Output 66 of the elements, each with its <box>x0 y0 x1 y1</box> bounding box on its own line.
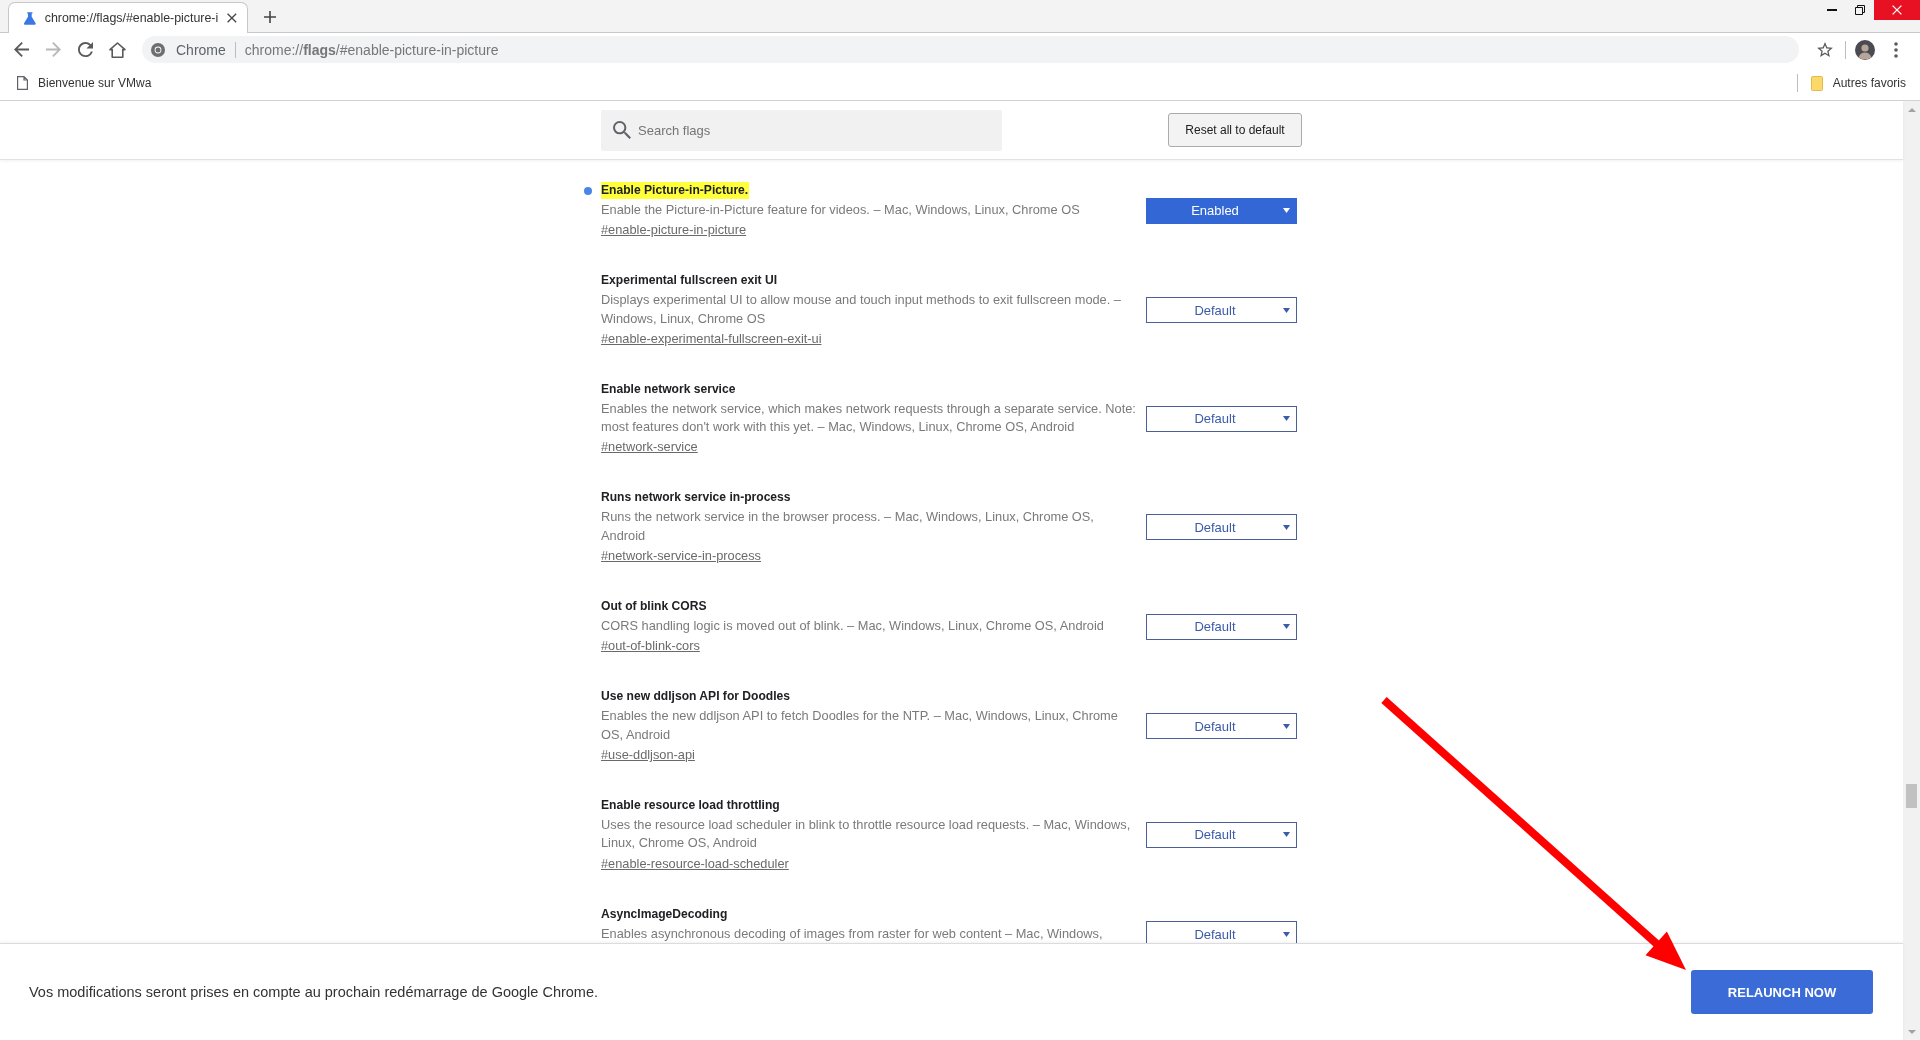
flag-title: Runs network service in-process <box>601 489 792 507</box>
reload-icon[interactable] <box>77 42 93 57</box>
caret-icon <box>1283 307 1290 313</box>
bookmark-item[interactable]: Bienvenue sur VMwa <box>16 71 153 95</box>
flag-title: AsyncImageDecoding <box>601 905 729 923</box>
flask-icon <box>24 11 36 25</box>
browser-tab[interactable]: chrome://flags/#enable-picture-i <box>8 2 248 33</box>
caret-icon <box>1283 524 1290 530</box>
reset-button[interactable]: Reset all to default <box>1168 113 1302 147</box>
flag-description: Runs the network service in the browser process. – Mac, Windows, Linux, Chrome OS, Android <box>601 508 1095 545</box>
relaunch-message: Vos modifications seront prises en compte au prochain redémarrage de Google Chrome. <box>29 984 599 1000</box>
caret-icon <box>1283 931 1290 937</box>
caret-icon <box>1283 416 1290 422</box>
caret-icon <box>1283 208 1290 214</box>
flag-title: Enable Picture-in-Picture. <box>601 182 750 199</box>
caret-icon <box>1283 723 1290 729</box>
flag-link[interactable]: #enable-resource-load-scheduler <box>601 854 789 873</box>
flag-title: Experimental fullscreen exit UI <box>601 272 779 290</box>
caret-icon <box>1283 832 1290 838</box>
flag-select[interactable]: Default <box>1146 821 1297 848</box>
site-label: Chrome <box>176 41 226 58</box>
scrollbar-thumb[interactable] <box>1906 784 1917 808</box>
caret-icon <box>1283 624 1290 630</box>
flag-select[interactable]: Default <box>1146 297 1297 324</box>
flag-description: Enables asynchronous decoding of images from raster for web content – Mac, Windows, <box>601 924 1104 943</box>
scrollbar[interactable] <box>1903 101 1920 1040</box>
flag-description: CORS handling logic is moved out of blink. – Mac, Windows, Linux, Chrome OS, Android <box>601 617 1105 636</box>
folder-icon <box>1810 75 1823 91</box>
flag-link[interactable]: #enable-experimental-fullscreen-exit-ui <box>601 329 822 348</box>
flag-title: Enable resource load throttling <box>601 796 781 814</box>
flag-select[interactable]: Enabled <box>1146 197 1297 224</box>
menu-icon[interactable] <box>1894 41 1898 58</box>
back-icon[interactable] <box>13 42 29 57</box>
flag-select[interactable]: Default <box>1146 405 1297 432</box>
flag-description: Enables the network service, which makes network requests through a separate service. Note: most features don't work with this yet. – Mac, Windows, Linux, Chrome OS, Android <box>601 399 1136 437</box>
browser-logo-icon[interactable] <box>151 42 165 57</box>
plus-icon[interactable] <box>264 10 276 23</box>
flag-title: Enable network service <box>601 380 737 398</box>
page-icon <box>17 76 28 90</box>
flag-select[interactable]: Default <box>1146 514 1297 541</box>
flag-title: Use new ddljson API for Doodles <box>601 688 792 706</box>
flag-description: Displays experimental UI to allow mouse and touch input methods to exit fullscreen mode. – Windows, Linux, Chrome OS <box>601 291 1122 328</box>
flag-select[interactable]: Default <box>1146 613 1297 640</box>
flag-select[interactable]: Default <box>1146 713 1297 740</box>
flag-link[interactable]: #use-ddljson-api <box>601 745 695 764</box>
close-icon[interactable] <box>227 13 237 23</box>
address-bar[interactable]: Chrome chrome://flags/#enable-picture-in-picture <box>142 36 1799 63</box>
flag-link[interactable]: #enable-picture-in-picture <box>601 221 747 240</box>
restore-icon[interactable] <box>1855 5 1865 15</box>
star-icon[interactable] <box>1817 42 1833 57</box>
home-icon[interactable] <box>108 41 126 58</box>
flag-select[interactable]: Default <box>1146 921 1297 943</box>
avatar-icon[interactable] <box>1855 39 1875 60</box>
relaunch-button[interactable]: RELAUNCH NOW <box>1691 970 1873 1014</box>
flag-description: Enables the new ddljson API to fetch Doodles for the NTP. – Mac, Windows, Linux, Chrome OS, Android <box>601 707 1119 744</box>
flag-description: Enable the Picture-in-Picture feature for videos. – Mac, Windows, Linux, Chrome OS <box>601 201 1081 219</box>
search-icon <box>613 121 631 139</box>
close-icon <box>1892 5 1902 15</box>
flag-title: Out of blink CORS <box>601 598 708 616</box>
flag-link[interactable]: #out-of-blink-cors <box>601 637 700 656</box>
url-text: chrome://flags/#enable-picture-in-picture <box>244 41 499 58</box>
other-bookmarks[interactable]: Autres favoris <box>1809 71 1907 95</box>
flag-link[interactable]: #network-service-in-process <box>601 547 761 566</box>
flag-link[interactable]: #network-service <box>601 438 698 457</box>
search-field[interactable]: Search flags <box>601 110 1002 151</box>
flag-description: Uses the resource load scheduler in blink to throttle resource load requests. – Mac, Windows, Linux, Chrome OS, Android <box>601 815 1132 853</box>
